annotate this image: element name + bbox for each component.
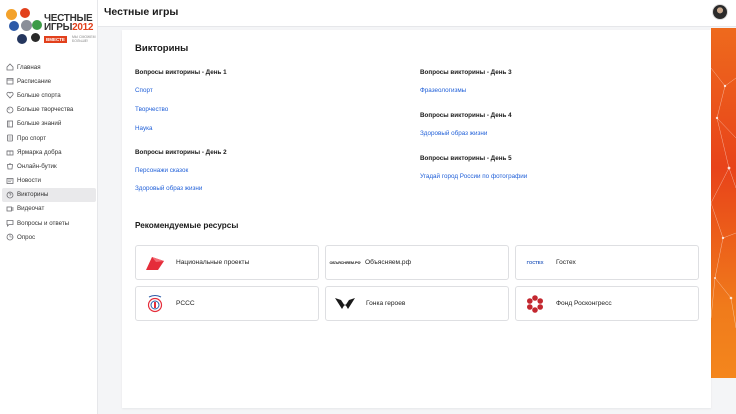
app-logo[interactable]: ЧЕСТНЫЕ ИГРЫ2012 ВМЕСТЕ МЫ СМОЖЕМ БОЛЬШЕ… [4, 6, 96, 54]
quiz-link-fairy-tale-characters[interactable]: Персонажи сказок [135, 167, 188, 174]
news-icon [6, 177, 14, 185]
sidebar-item-book[interactable]: Больше знаний [2, 117, 96, 131]
sidebar-item-label: Больше творчества [17, 106, 74, 114]
day-1-heading: Вопросы викторины - День 1 [135, 69, 227, 76]
quiz-link-sport[interactable]: Спорт [135, 87, 153, 94]
logo-badge: ВМЕСТЕ [44, 36, 67, 43]
sidebar-item-document[interactable]: Про спорт [2, 131, 96, 145]
gostech-logo-text: ГОСТЕХ [526, 260, 544, 265]
logo-ring-red [20, 8, 30, 18]
roscongress-logo-icon [522, 294, 548, 314]
sidebar-item-home[interactable]: Главная [2, 60, 96, 74]
shop-icon [6, 162, 14, 170]
sidebar-item-video[interactable]: Видеочат [2, 202, 96, 216]
sidebar-item-chat[interactable]: Вопросы и ответы [2, 216, 96, 230]
logo-ring-dark [31, 33, 40, 42]
sidebar-item-label: Опрос [17, 233, 36, 241]
quiz-link-creativity[interactable]: Творчество [135, 106, 168, 113]
chat-icon [6, 219, 14, 228]
video-icon [6, 205, 14, 213]
calendar-icon [6, 77, 14, 85]
logo-wordmark: ЧЕСТНЫЕ ИГРЫ2012 [44, 14, 94, 33]
sidebar-item-label: Больше спорта [17, 91, 61, 99]
sidebar-item-label: Больше знаний [17, 120, 62, 128]
sidebar-nav: Главная Расписание Больше спорта Больше тво… [2, 60, 96, 244]
sidebar-item-label: Новости [17, 177, 41, 185]
quiz-link-guess-city[interactable]: Угадай город России по фотографии [420, 173, 527, 180]
sidebar-item-label: Викторины [17, 191, 49, 199]
gift-icon [6, 148, 14, 156]
user-avatar[interactable] [712, 4, 728, 20]
sidebar-item-label: Вопросы и ответы [17, 219, 70, 227]
resource-tile-obyasnyaem[interactable]: ОБЪЯСНЯЕМ.РФ Объясняем.рф [325, 245, 509, 280]
decorative-background [711, 28, 736, 378]
rsss-logo-icon [142, 294, 168, 314]
sidebar-item-label: Видеочат [17, 205, 45, 213]
sidebar-item-label: Главная [17, 63, 41, 71]
resource-label: Гонка героев [366, 300, 406, 307]
network-lines-decoration [711, 67, 736, 329]
quiz-link-healthy-lifestyle-day2[interactable]: Здоровый образ жизни [135, 185, 202, 192]
day-4-heading: Вопросы викторины - День 4 [420, 112, 512, 119]
logo-ring-blue [9, 21, 19, 31]
resource-label: Гостех [556, 259, 576, 266]
day-3-heading: Вопросы викторины - День 3 [420, 69, 512, 76]
document-icon [6, 134, 14, 142]
home-icon [6, 63, 14, 71]
sidebar-item-label: Ярмарка добра [17, 148, 62, 156]
sidebar-item-question[interactable]: Викторины [2, 187, 96, 202]
logo-badge-note: МЫ СМОЖЕМ БОЛЬШЕ! [72, 35, 96, 43]
resource-label: РССС [176, 300, 195, 307]
resource-tile-rsss[interactable]: РССС [135, 286, 319, 321]
national-projects-logo-icon [142, 253, 168, 273]
logo-ring-green [32, 20, 42, 30]
day-5-heading: Вопросы викторины - День 5 [420, 155, 512, 162]
gonka-geroev-logo-icon [332, 294, 358, 314]
page-title: Честные игры [104, 6, 179, 18]
sidebar-item-heart[interactable]: Больше спорта [2, 88, 96, 102]
sidebar-item-news[interactable]: Новости [2, 174, 96, 188]
resource-tile-roscongress[interactable]: Фонд Росконгресс [515, 286, 699, 321]
gostech-logo-icon: ГОСТЕХ [522, 253, 548, 273]
section-title: Викторины [135, 43, 189, 54]
logo-ring-navy [17, 34, 27, 44]
quiz-link-science[interactable]: Наука [135, 125, 153, 132]
palette-icon [6, 106, 14, 114]
sidebar-item-calendar[interactable]: Расписание [2, 74, 96, 88]
sidebar-item-label: Онлайн-бутик [17, 162, 57, 170]
obyasnyaem-logo-text: ОБЪЯСНЯЕМ.РФ [329, 260, 361, 265]
quiz-link-idioms[interactable]: Фразеологизмы [420, 87, 466, 94]
resource-label: Объясняем.рф [365, 259, 412, 266]
question-icon [6, 191, 14, 199]
resource-tile-gonka-geroev[interactable]: Гонка героев [325, 286, 509, 321]
sidebar-item-poll[interactable]: Опрос [2, 230, 96, 244]
resource-label: Фонд Росконгресс [556, 300, 612, 307]
resource-tile-national-projects[interactable]: Национальные проекты [135, 245, 319, 280]
resource-label: Национальные проекты [176, 259, 250, 266]
day-2-heading: Вопросы викторины - День 2 [135, 149, 227, 156]
sidebar-item-label: Про спорт [17, 134, 47, 142]
obyasnyaem-logo-icon: ОБЪЯСНЯЕМ.РФ [329, 253, 361, 273]
resource-tile-gostech[interactable]: ГОСТЕХ Гостех [515, 245, 699, 280]
sidebar: ЧЕСТНЫЕ ИГРЫ2012 ВМЕСТЕ МЫ СМОЖЕМ БОЛЬШЕ… [0, 0, 98, 414]
quiz-link-healthy-lifestyle-day4[interactable]: Здоровый образ жизни [420, 130, 487, 137]
logo-line2: ИГРЫ [44, 22, 73, 33]
quizzes-card: Викторины Вопросы викторины - День 1 Спо… [122, 30, 711, 408]
sidebar-item-gift[interactable]: Ярмарка добра [2, 145, 96, 159]
sidebar-item-shop[interactable]: Онлайн-бутик [2, 159, 96, 173]
book-icon [6, 120, 14, 128]
logo-ring-grey [21, 20, 32, 31]
top-header: Честные игры [98, 0, 736, 27]
heart-icon [6, 91, 14, 100]
logo-ring-orange [6, 9, 17, 20]
logo-year: 2012 [72, 22, 94, 33]
poll-icon [6, 233, 14, 241]
sidebar-item-palette[interactable]: Больше творчества [2, 103, 96, 117]
sidebar-item-label: Расписание [17, 77, 52, 85]
resources-title: Рекомендуемые ресурсы [135, 221, 239, 230]
